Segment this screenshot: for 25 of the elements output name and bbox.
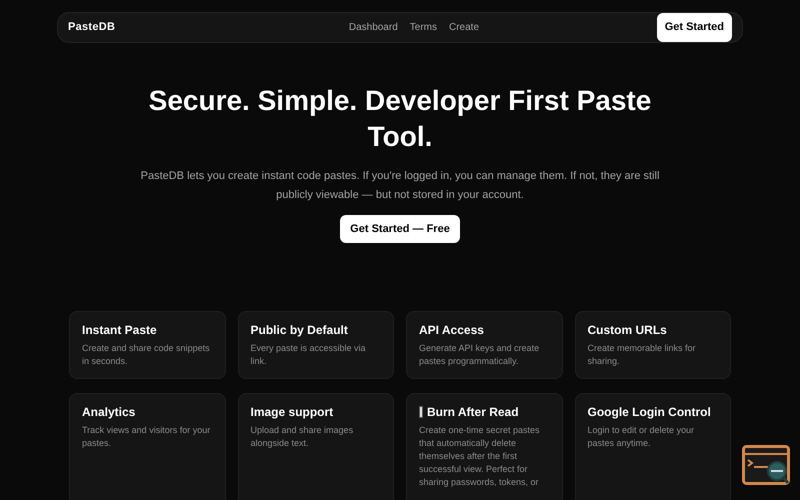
terminal-search-icon[interactable] <box>742 445 792 487</box>
nav-link[interactable]: Terms <box>410 20 437 35</box>
feature-title: Instant Paste <box>82 322 157 338</box>
feature-title: Image support <box>250 404 334 420</box>
feature-title: Custom URLs <box>588 322 667 338</box>
feature-title: Burn After Read <box>427 404 519 420</box>
feature-title: Google Login Control <box>588 404 711 420</box>
feature-description: Every paste is accessible via link. <box>250 342 367 368</box>
feature-title: Analytics <box>82 404 136 420</box>
nav-link[interactable]: Create <box>449 20 480 35</box>
feature-description: Create one-time secret pastes that automatically delete themselves after the first successful view. Perfect for sharing passwords, tokens, or <box>419 424 541 489</box>
feature-description: Create memorable links for sharing. <box>588 342 697 368</box>
hero-title: Secure. Simple. Developer First Paste Tool. <box>148 84 652 154</box>
feature-description: Create and share code snippets in seconds. <box>82 342 211 368</box>
nav-link[interactable]: Dashboard <box>348 20 398 35</box>
brand-logo[interactable]: PasteDB <box>68 19 116 36</box>
get-started-button[interactable]: Get Started <box>656 13 732 42</box>
get-started-free-button[interactable]: Get Started — Free <box>340 214 460 243</box>
feature-description: Login to edit or delete your pastes anytime. <box>588 424 696 450</box>
feature-title: Public by Default <box>250 322 348 338</box>
feature-description: Upload and share images alongside text. <box>250 424 354 450</box>
feature-title: API Access <box>419 322 484 338</box>
feature-description: Generate API keys and create pastes programmatically. <box>419 342 540 368</box>
feature-description: Track views and visitors for your pastes. <box>82 424 212 450</box>
hero-subtitle: PasteDB lets you create instant code pastes. If you're logged in, you can manage them. If not, they are still publicly viewable — but not stored in your account. <box>140 168 660 202</box>
